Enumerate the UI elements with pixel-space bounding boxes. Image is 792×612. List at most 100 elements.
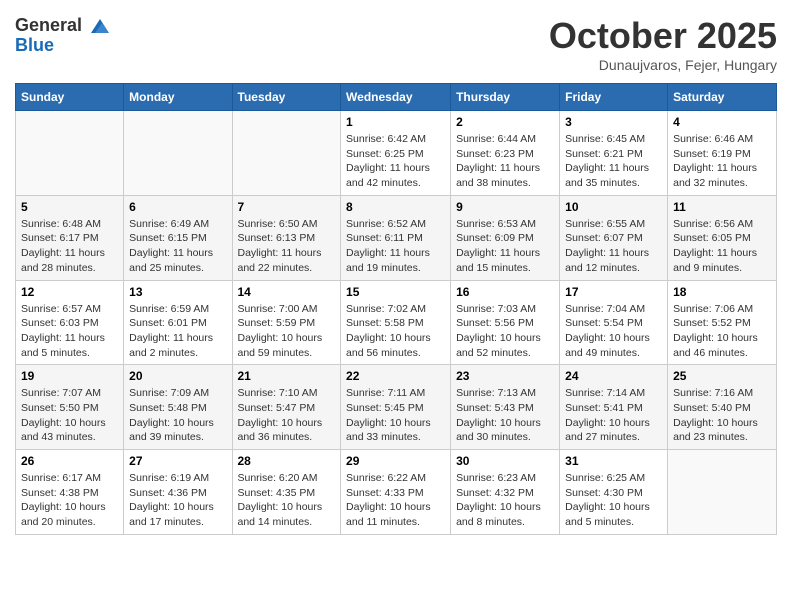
day-cell: 25 Sunrise: 7:16 AM Sunset: 5:40 PM Dayli… [668, 365, 777, 450]
week-row-3: 12 Sunrise: 6:57 AM Sunset: 6:03 PM Dayli… [16, 280, 777, 365]
week-row-2: 5 Sunrise: 6:48 AM Sunset: 6:17 PM Daylig… [16, 195, 777, 280]
day-info: Sunrise: 7:13 AM Sunset: 5:43 PM Dayligh… [456, 386, 554, 445]
day-cell: 17 Sunrise: 7:04 AM Sunset: 5:54 PM Dayli… [560, 280, 668, 365]
day-number: 20 [129, 369, 226, 383]
day-number: 2 [456, 115, 554, 129]
day-number: 26 [21, 454, 118, 468]
day-cell: 7 Sunrise: 6:50 AM Sunset: 6:13 PM Daylig… [232, 195, 341, 280]
day-number: 1 [346, 115, 445, 129]
day-number: 4 [673, 115, 771, 129]
calendar-header-row: SundayMondayTuesdayWednesdayThursdayFrid… [16, 84, 777, 111]
logo: General Blue [15, 15, 111, 56]
day-info: Sunrise: 6:48 AM Sunset: 6:17 PM Dayligh… [21, 217, 118, 276]
day-number: 25 [673, 369, 771, 383]
day-cell [668, 450, 777, 535]
day-number: 15 [346, 285, 445, 299]
day-number: 11 [673, 200, 771, 214]
day-cell: 4 Sunrise: 6:46 AM Sunset: 6:19 PM Daylig… [668, 111, 777, 196]
day-cell: 30 Sunrise: 6:23 AM Sunset: 4:32 PM Dayli… [451, 450, 560, 535]
day-cell: 16Sunrise: 7:03 AM Sunset: 5:56 PM Dayli… [451, 280, 560, 365]
logo-general: General [15, 15, 82, 35]
day-cell: 15 Sunrise: 7:02 AM Sunset: 5:58 PM Dayli… [341, 280, 451, 365]
day-info: Sunrise: 6:55 AM Sunset: 6:07 PM Dayligh… [565, 217, 662, 276]
day-number: 10 [565, 200, 662, 214]
day-cell: 21 Sunrise: 7:10 AM Sunset: 5:47 PM Dayli… [232, 365, 341, 450]
day-cell: 10 Sunrise: 6:55 AM Sunset: 6:07 PM Dayli… [560, 195, 668, 280]
day-number: 31 [565, 454, 662, 468]
day-number: 7 [238, 200, 336, 214]
header-wednesday: Wednesday [341, 84, 451, 111]
day-number: 22 [346, 369, 445, 383]
day-number: 9 [456, 200, 554, 214]
day-info: Sunrise: 7:11 AM Sunset: 5:45 PM Dayligh… [346, 386, 445, 445]
day-number: 12 [21, 285, 118, 299]
month-title: October 2025 [549, 15, 777, 57]
logo-icon [89, 15, 111, 37]
day-cell: 12 Sunrise: 6:57 AM Sunset: 6:03 PM Dayli… [16, 280, 124, 365]
header-monday: Monday [124, 84, 232, 111]
day-cell [16, 111, 124, 196]
day-number: 30 [456, 454, 554, 468]
header-friday: Friday [560, 84, 668, 111]
day-info: Sunrise: 6:52 AM Sunset: 6:11 PM Dayligh… [346, 217, 445, 276]
day-cell: 14 Sunrise: 7:00 AM Sunset: 5:59 PM Dayli… [232, 280, 341, 365]
day-info: Sunrise: 7:04 AM Sunset: 5:54 PM Dayligh… [565, 302, 662, 361]
day-number: 17 [565, 285, 662, 299]
day-number: 18 [673, 285, 771, 299]
day-cell: 6Sunrise: 6:49 AM Sunset: 6:15 PM Daylig… [124, 195, 232, 280]
header-saturday: Saturday [668, 84, 777, 111]
day-cell [232, 111, 341, 196]
day-info: Sunrise: 7:10 AM Sunset: 5:47 PM Dayligh… [238, 386, 336, 445]
day-cell: 8Sunrise: 6:52 AM Sunset: 6:11 PM Daylig… [341, 195, 451, 280]
day-info: Sunrise: 6:53 AM Sunset: 6:09 PM Dayligh… [456, 217, 554, 276]
day-cell: 22 Sunrise: 7:11 AM Sunset: 5:45 PM Dayli… [341, 365, 451, 450]
header-tuesday: Tuesday [232, 84, 341, 111]
day-number: 23 [456, 369, 554, 383]
day-number: 21 [238, 369, 336, 383]
page-header: General Blue October 2025 Dunaujvaros, F… [15, 15, 777, 73]
day-cell: 24Sunrise: 7:14 AM Sunset: 5:41 PM Dayli… [560, 365, 668, 450]
day-cell: 11Sunrise: 6:56 AM Sunset: 6:05 PM Dayli… [668, 195, 777, 280]
day-number: 5 [21, 200, 118, 214]
logo-blue: Blue [15, 35, 111, 56]
day-info: Sunrise: 6:42 AM Sunset: 6:25 PM Dayligh… [346, 132, 445, 191]
day-info: Sunrise: 6:22 AM Sunset: 4:33 PM Dayligh… [346, 471, 445, 530]
day-info: Sunrise: 7:03 AM Sunset: 5:56 PM Dayligh… [456, 302, 554, 361]
day-info: Sunrise: 6:23 AM Sunset: 4:32 PM Dayligh… [456, 471, 554, 530]
day-info: Sunrise: 7:16 AM Sunset: 5:40 PM Dayligh… [673, 386, 771, 445]
header-thursday: Thursday [451, 84, 560, 111]
day-cell: 5 Sunrise: 6:48 AM Sunset: 6:17 PM Daylig… [16, 195, 124, 280]
day-cell: 2Sunrise: 6:44 AM Sunset: 6:23 PM Daylig… [451, 111, 560, 196]
day-info: Sunrise: 6:17 AM Sunset: 4:38 PM Dayligh… [21, 471, 118, 530]
day-number: 13 [129, 285, 226, 299]
day-info: Sunrise: 7:02 AM Sunset: 5:58 PM Dayligh… [346, 302, 445, 361]
day-info: Sunrise: 7:00 AM Sunset: 5:59 PM Dayligh… [238, 302, 336, 361]
week-row-1: 1 Sunrise: 6:42 AM Sunset: 6:25 PM Daylig… [16, 111, 777, 196]
day-number: 28 [238, 454, 336, 468]
day-cell: 1 Sunrise: 6:42 AM Sunset: 6:25 PM Daylig… [341, 111, 451, 196]
day-info: Sunrise: 7:06 AM Sunset: 5:52 PM Dayligh… [673, 302, 771, 361]
day-cell: 20Sunrise: 7:09 AM Sunset: 5:48 PM Dayli… [124, 365, 232, 450]
day-number: 24 [565, 369, 662, 383]
day-info: Sunrise: 6:57 AM Sunset: 6:03 PM Dayligh… [21, 302, 118, 361]
day-cell [124, 111, 232, 196]
day-info: Sunrise: 6:20 AM Sunset: 4:35 PM Dayligh… [238, 471, 336, 530]
day-info: Sunrise: 6:50 AM Sunset: 6:13 PM Dayligh… [238, 217, 336, 276]
day-info: Sunrise: 6:25 AM Sunset: 4:30 PM Dayligh… [565, 471, 662, 530]
day-info: Sunrise: 7:07 AM Sunset: 5:50 PM Dayligh… [21, 386, 118, 445]
header-sunday: Sunday [16, 84, 124, 111]
day-number: 14 [238, 285, 336, 299]
day-cell: 29Sunrise: 6:22 AM Sunset: 4:33 PM Dayli… [341, 450, 451, 535]
day-cell: 26 Sunrise: 6:17 AM Sunset: 4:38 PM Dayli… [16, 450, 124, 535]
day-cell: 31 Sunrise: 6:25 AM Sunset: 4:30 PM Dayli… [560, 450, 668, 535]
location-subtitle: Dunaujvaros, Fejer, Hungary [549, 57, 777, 73]
calendar-table: SundayMondayTuesdayWednesdayThursdayFrid… [15, 83, 777, 535]
day-info: Sunrise: 6:45 AM Sunset: 6:21 PM Dayligh… [565, 132, 662, 191]
day-number: 27 [129, 454, 226, 468]
day-info: Sunrise: 6:46 AM Sunset: 6:19 PM Dayligh… [673, 132, 771, 191]
day-number: 3 [565, 115, 662, 129]
day-cell: 27 Sunrise: 6:19 AM Sunset: 4:36 PM Dayli… [124, 450, 232, 535]
day-cell: 9 Sunrise: 6:53 AM Sunset: 6:09 PM Daylig… [451, 195, 560, 280]
day-info: Sunrise: 6:19 AM Sunset: 4:36 PM Dayligh… [129, 471, 226, 530]
day-info: Sunrise: 6:59 AM Sunset: 6:01 PM Dayligh… [129, 302, 226, 361]
